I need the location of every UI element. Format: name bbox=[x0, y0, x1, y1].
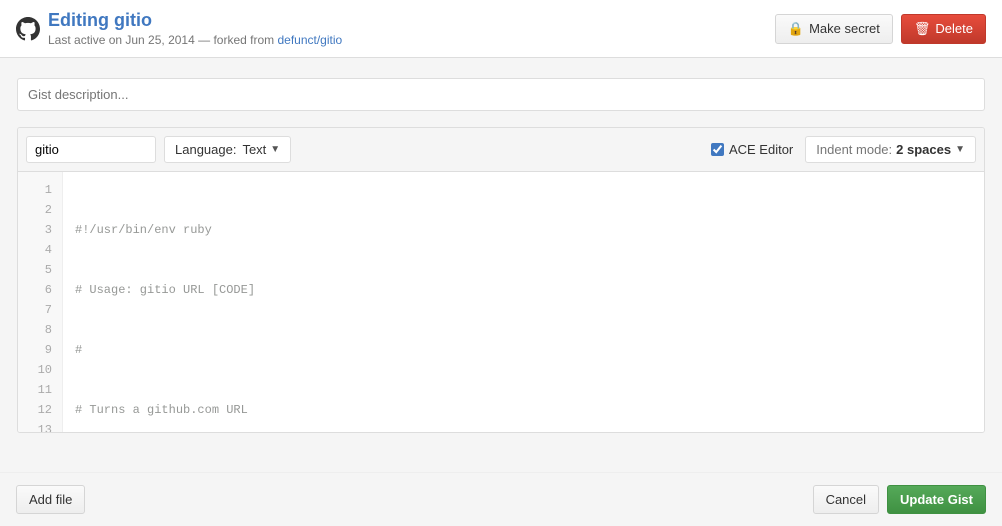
ace-editor-label[interactable]: ACE Editor bbox=[711, 142, 793, 157]
line-number: 4 bbox=[18, 240, 62, 260]
code-editor[interactable]: 1 2 3 4 5 6 7 8 9 10 11 12 13 14 15 #!/u… bbox=[18, 172, 984, 432]
language-label: Language: bbox=[175, 142, 236, 157]
line-number: 12 bbox=[18, 400, 62, 420]
gist-description-input[interactable] bbox=[17, 78, 985, 111]
indent-mode-value: 2 spaces bbox=[896, 142, 951, 157]
lock-icon: 🔒 bbox=[788, 21, 804, 37]
octocat-icon bbox=[16, 17, 40, 41]
code-line: #!/usr/bin/env ruby bbox=[75, 220, 972, 240]
header-title-group: Editing gitio Last active on Jun 25, 201… bbox=[48, 10, 342, 47]
file-editor-header: Language: Text ▼ ACE Editor Indent mode:… bbox=[18, 128, 984, 172]
add-file-button[interactable]: Add file bbox=[16, 485, 85, 514]
line-number: 6 bbox=[18, 280, 62, 300]
indent-mode-label: Indent mode: bbox=[816, 142, 892, 157]
main-content: Language: Text ▼ ACE Editor Indent mode:… bbox=[1, 58, 1001, 453]
language-selector[interactable]: Language: Text ▼ bbox=[164, 136, 291, 163]
trash-icon: 🗑 bbox=[914, 21, 931, 37]
line-number: 13 bbox=[18, 420, 62, 432]
line-number: 9 bbox=[18, 340, 62, 360]
update-gist-button[interactable]: Update Gist bbox=[887, 485, 986, 514]
header-actions: 🔒 Make secret 🗑 Delete bbox=[775, 14, 986, 44]
ace-editor-checkbox[interactable] bbox=[711, 143, 724, 156]
forked-from-link[interactable]: defunct/gitio bbox=[277, 33, 342, 47]
cancel-button[interactable]: Cancel bbox=[813, 485, 879, 514]
code-line: # Turns a github.com URL bbox=[75, 400, 972, 420]
make-secret-button[interactable]: 🔒 Make secret bbox=[775, 14, 893, 44]
code-content: #!/usr/bin/env ruby # Usage: gitio URL [… bbox=[63, 172, 984, 432]
code-line: # bbox=[75, 340, 972, 360]
line-number: 2 bbox=[18, 200, 62, 220]
footer-actions: Add file Cancel Update Gist bbox=[0, 472, 1002, 526]
file-editor: Language: Text ▼ ACE Editor Indent mode:… bbox=[17, 127, 985, 433]
footer-right-actions: Cancel Update Gist bbox=[813, 485, 986, 514]
page-header: Editing gitio Last active on Jun 25, 201… bbox=[0, 0, 1002, 58]
line-number: 1 bbox=[18, 180, 62, 200]
line-number: 11 bbox=[18, 380, 62, 400]
header-left: Editing gitio Last active on Jun 25, 201… bbox=[16, 10, 342, 47]
header-subtitle: Last active on Jun 25, 2014 — forked fro… bbox=[48, 33, 342, 47]
filename-input[interactable] bbox=[26, 136, 156, 163]
line-numbers: 1 2 3 4 5 6 7 8 9 10 11 12 13 14 15 bbox=[18, 172, 63, 432]
delete-button[interactable]: 🗑 Delete bbox=[901, 14, 986, 44]
line-number: 7 bbox=[18, 300, 62, 320]
line-number: 3 bbox=[18, 220, 62, 240]
indent-mode-selector[interactable]: Indent mode: 2 spaces ▼ bbox=[805, 136, 976, 163]
line-number: 8 bbox=[18, 320, 62, 340]
code-line: # Usage: gitio URL [CODE] bbox=[75, 280, 972, 300]
chevron-down-icon: ▼ bbox=[270, 144, 280, 155]
editor-options: ACE Editor Indent mode: 2 spaces ▼ bbox=[711, 136, 976, 163]
line-number: 5 bbox=[18, 260, 62, 280]
chevron-down-icon: ▼ bbox=[955, 144, 965, 155]
language-value: Text bbox=[242, 142, 266, 157]
line-number: 10 bbox=[18, 360, 62, 380]
page-title: Editing gitio bbox=[48, 10, 342, 31]
